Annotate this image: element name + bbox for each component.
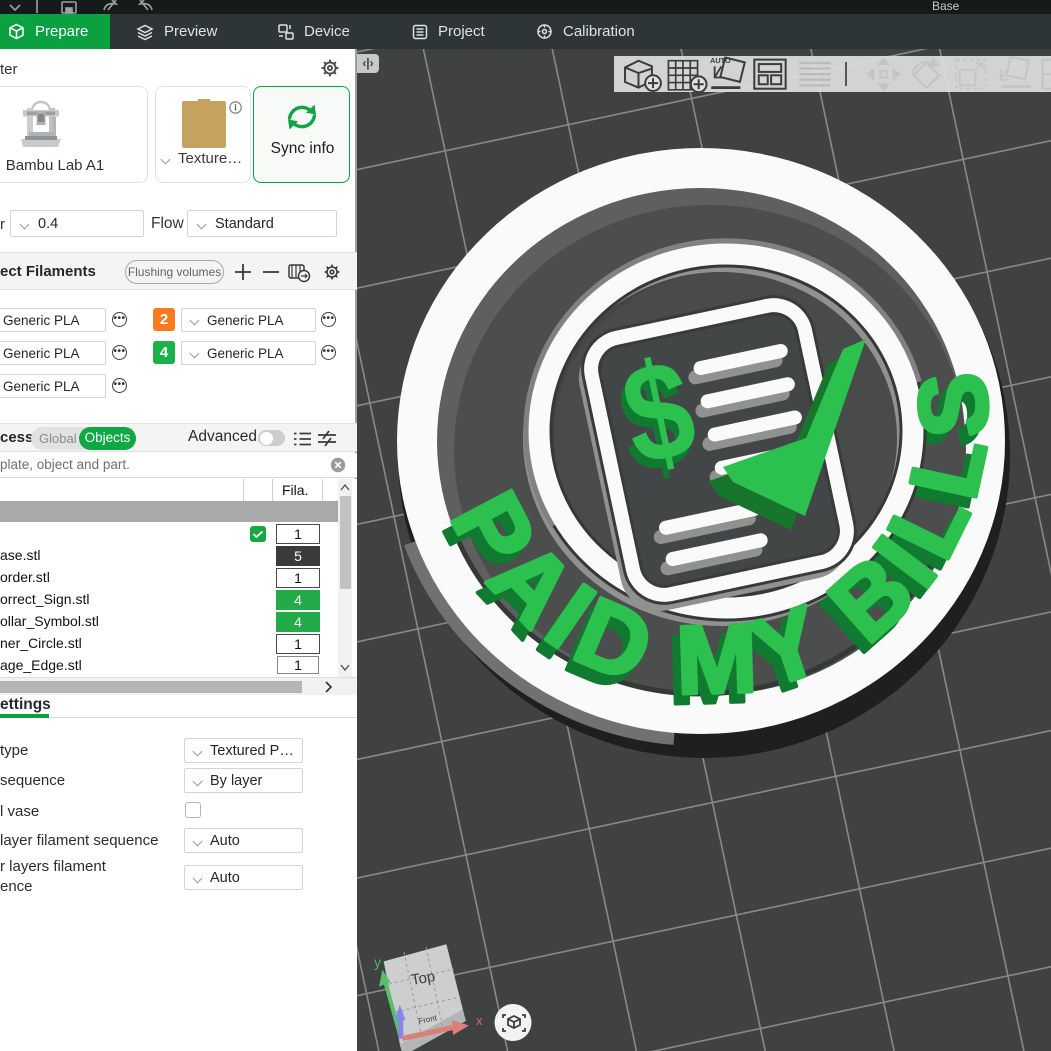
svg-text:AUTO: AUTO <box>710 56 731 65</box>
svg-text:Base: Base <box>932 0 960 13</box>
svg-text:i: i <box>234 103 237 113</box>
svg-text:x: x <box>476 1013 483 1028</box>
svg-text:S: S <box>897 370 1009 439</box>
svg-text:y: y <box>374 954 381 970</box>
